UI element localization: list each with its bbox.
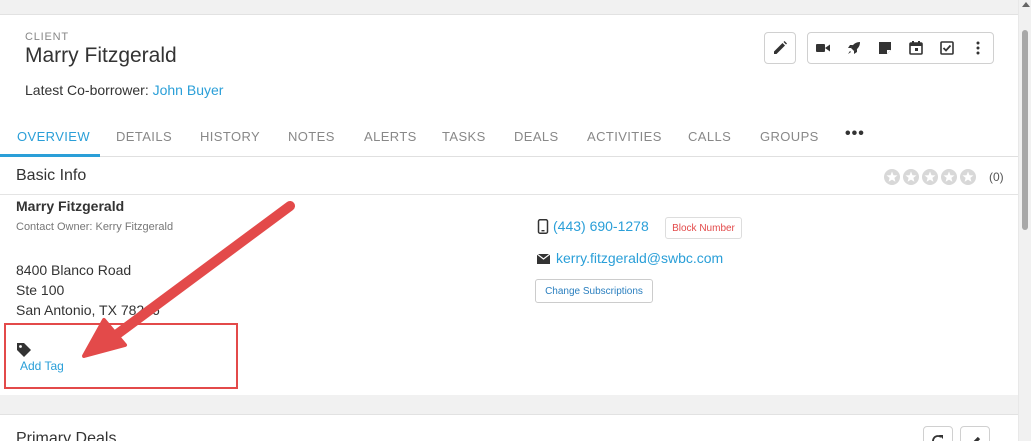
note-icon[interactable] [870, 33, 901, 63]
annotation-highlight-box [4, 323, 238, 389]
primary-deals-title: Primary Deals [16, 430, 117, 441]
tab-alerts[interactable]: ALERTS [364, 129, 417, 144]
checkbox-icon[interactable] [931, 33, 962, 63]
tab-activities[interactable]: ACTIVITIES [587, 129, 662, 144]
address-line-2: Ste 100 [16, 282, 65, 298]
star-rating[interactable] [884, 169, 976, 185]
email-link[interactable]: kerry.fitzgerald@swbc.com [556, 250, 723, 266]
scroll-thumb[interactable] [1022, 30, 1028, 230]
rocket-icon[interactable] [839, 33, 870, 63]
star-icon[interactable] [884, 169, 900, 185]
change-subscriptions-button[interactable]: Change Subscriptions [535, 279, 653, 303]
star-icon[interactable] [941, 169, 957, 185]
phone-icon [537, 219, 549, 234]
phone-link[interactable]: (443) 690-1278 [553, 218, 649, 234]
entity-label: CLIENT [25, 31, 69, 43]
refresh-button[interactable] [923, 426, 953, 441]
vertical-scrollbar[interactable] [1018, 0, 1031, 441]
rating-count: (0) [989, 170, 1004, 184]
address-line-3: San Antonio, TX 78216 [16, 302, 160, 318]
pencil-icon [765, 33, 795, 63]
tabs-more-button[interactable]: ••• [845, 125, 865, 143]
video-icon[interactable] [808, 33, 839, 63]
tab-overview[interactable]: OVERVIEW [17, 129, 90, 144]
basic-info-header: Basic Info (0) [0, 157, 1018, 195]
tab-deals[interactable]: DEALS [514, 129, 559, 144]
contact-name: Marry Fitzgerald [16, 198, 125, 214]
primary-deals-card [0, 414, 1018, 441]
action-toolbar [807, 32, 994, 64]
star-icon[interactable] [960, 169, 976, 185]
pencil-icon [972, 436, 980, 441]
tab-history[interactable]: HISTORY [200, 129, 260, 144]
star-icon[interactable] [903, 169, 919, 185]
block-number-button[interactable]: Block Number [665, 217, 742, 239]
tab-details[interactable]: DETAILS [116, 129, 172, 144]
address-line-1: 8400 Blanco Road [16, 262, 132, 278]
edit-deals-button[interactable] [960, 426, 990, 441]
calendar-icon[interactable] [900, 33, 931, 63]
mail-icon [537, 254, 550, 264]
client-name: Marry Fitzgerald [25, 44, 177, 67]
coborrower-prefix: Latest Co-borrower: [25, 82, 149, 98]
tab-notes[interactable]: NOTES [288, 129, 335, 144]
contact-owner: Contact Owner: Kerry Fitzgerald [16, 221, 174, 233]
section-title: Basic Info [16, 167, 87, 184]
scroll-up-arrow-icon[interactable] [1022, 2, 1030, 7]
refresh-icon [932, 435, 943, 441]
tab-groups[interactable]: GROUPS [760, 129, 819, 144]
tab-tasks[interactable]: TASKS [442, 129, 486, 144]
tab-bar: OVERVIEW DETAILS HISTORY NOTES ALERTS TA… [0, 121, 1018, 157]
edit-client-button[interactable] [764, 32, 796, 64]
coborrower-line: Latest Co-borrower: John Buyer [25, 82, 223, 98]
star-icon[interactable] [922, 169, 938, 185]
coborrower-link[interactable]: John Buyer [153, 82, 224, 98]
tab-calls[interactable]: CALLS [688, 129, 731, 144]
more-vertical-icon[interactable] [962, 33, 993, 63]
